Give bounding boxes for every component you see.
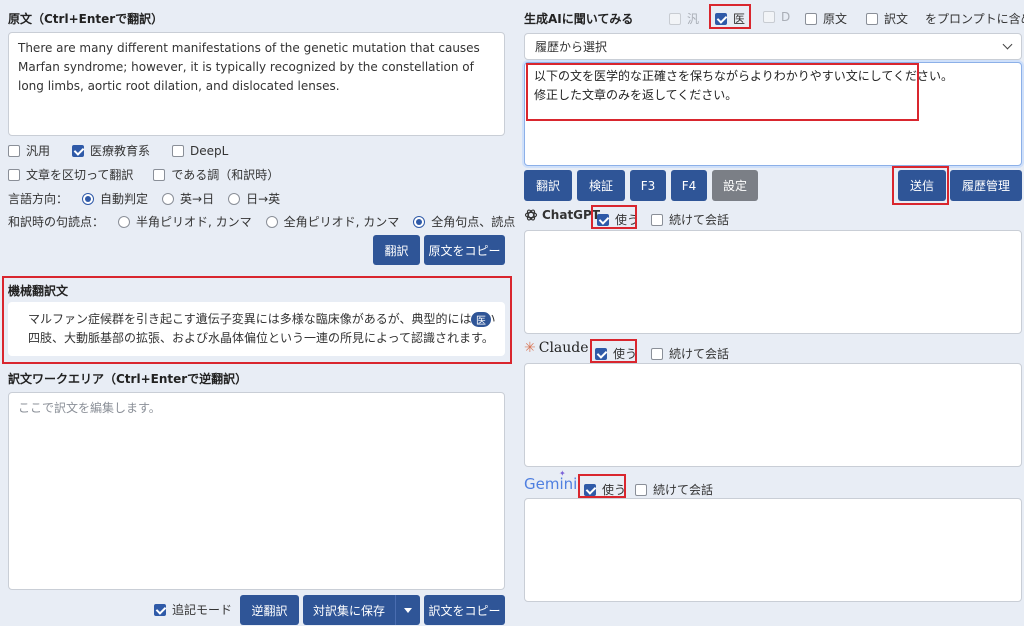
radio[interactable] — [118, 215, 131, 228]
prompt-flag-general[interactable]: 汎 — [669, 10, 699, 27]
checkbox[interactable] — [154, 603, 166, 616]
dearu-style-option[interactable]: である調（和訳時） — [153, 166, 279, 183]
settings-button[interactable]: 設定 — [712, 170, 758, 201]
direction-auto[interactable]: 自動判定 — [82, 190, 148, 207]
copy-target-button[interactable]: 訳文をコピー — [424, 595, 505, 625]
medical-badge: 医 — [471, 312, 491, 327]
radio[interactable] — [162, 192, 175, 205]
gemini-response[interactable] — [524, 498, 1022, 602]
direction-label: 言語方向： — [8, 192, 69, 206]
checkbox[interactable] — [866, 12, 878, 25]
chatgpt-header: ChatGPT — [524, 208, 600, 222]
radio[interactable] — [265, 215, 278, 228]
f3-button[interactable]: F3 — [630, 170, 666, 201]
radio[interactable] — [413, 215, 426, 228]
mt-text-line-2: 四肢、大動脈基部の拡張、および水晶体偏位という一連の所見によって認識されます。 — [28, 331, 494, 345]
split-sentences-option[interactable]: 文章を区切って翻訳 — [8, 166, 133, 183]
chevron-down-icon — [1002, 39, 1013, 50]
claude-name: Claude — [538, 340, 589, 356]
chatgpt-name: ChatGPT — [542, 208, 601, 222]
engine-option-deepl[interactable]: DeepL — [172, 142, 228, 159]
work-title: 訳文ワークエリア（Ctrl+Enterで逆翻訳） — [8, 372, 248, 386]
prompt-line-2: 修正した文章のみを返してください。 — [534, 88, 738, 102]
send-button[interactable]: 送信 — [898, 170, 946, 201]
copy-source-button[interactable]: 原文をコピー — [424, 235, 505, 265]
chatgpt-use-option[interactable]: 使う — [597, 211, 639, 228]
checkbox[interactable] — [651, 213, 663, 226]
punct-fullwidth[interactable]: 全角ピリオド, カンマ — [265, 213, 399, 230]
work-placeholder: ここで訳文を編集します。 — [18, 401, 161, 415]
radio[interactable] — [82, 192, 95, 205]
source-text: There are many different manifestations … — [18, 41, 480, 93]
checkbox[interactable] — [669, 12, 681, 25]
include-in-prompt-label: をプロンプトに含める — [925, 12, 1024, 26]
claude-header: ✳ Claude — [524, 340, 589, 356]
history-select[interactable]: 履歴から選択 — [524, 33, 1022, 60]
save-dropdown-toggle[interactable] — [395, 595, 420, 625]
checkbox[interactable] — [584, 483, 596, 496]
checkbox[interactable] — [72, 144, 85, 157]
checkbox[interactable] — [172, 144, 185, 157]
source-title: 原文（Ctrl+Enterで翻訳） — [8, 12, 164, 26]
append-mode-option[interactable]: 追記モード — [154, 601, 232, 618]
engine-option-medical[interactable]: 医療教育系 — [72, 142, 150, 159]
direction-row: 言語方向： 自動判定 英→日 日→英 — [8, 190, 280, 207]
punct-kuten[interactable]: 全角句点、読点 — [413, 213, 515, 230]
engine-option-general[interactable]: 汎用 — [8, 142, 50, 159]
chatgpt-response[interactable] — [524, 230, 1022, 334]
prompt-flag-source[interactable]: 原文 — [805, 10, 847, 27]
history-manage-button[interactable]: 履歴管理 — [950, 170, 1022, 201]
mt-text-line-1: マルファン症候群を引き起こす遺伝子変異には多様な臨床像があるが、典型的には長い — [28, 312, 496, 326]
gemini-header: Gemini — [524, 475, 578, 495]
gemini-name: Gemini — [524, 475, 578, 493]
verify-button[interactable]: 検証 — [577, 170, 625, 201]
direction-ja-en[interactable]: 日→英 — [228, 190, 280, 207]
gemini-use-option[interactable]: 使う — [584, 481, 626, 498]
engine-options: 汎用 医療教育系 DeepL — [8, 142, 228, 159]
work-textarea[interactable]: ここで訳文を編集します。 — [8, 392, 505, 590]
punct-label: 和訳時の句読点： — [8, 215, 105, 229]
chatgpt-icon — [524, 209, 538, 221]
format-options: 文章を区切って翻訳 である調（和訳時） — [8, 166, 279, 183]
radio[interactable] — [228, 192, 241, 205]
checkbox[interactable] — [8, 144, 20, 157]
f4-button[interactable]: F4 — [671, 170, 707, 201]
mt-output: マルファン症候群を引き起こす遺伝子変異には多様な臨床像があるが、典型的には長い … — [8, 302, 505, 356]
prompt-flag-medical[interactable]: 医 — [715, 10, 745, 27]
checkbox[interactable] — [153, 168, 166, 181]
checkbox[interactable] — [715, 12, 727, 25]
prompt-textarea[interactable]: 以下の文を医学的な正確さを保ちながらよりわかりやすい文にしてください。 修正した… — [524, 62, 1022, 166]
checkbox[interactable] — [805, 12, 817, 25]
claude-star-icon: ✳ — [524, 340, 536, 356]
prompt-flag-target[interactable]: 訳文 — [866, 10, 908, 27]
checkbox[interactable] — [763, 11, 775, 23]
checkbox[interactable] — [651, 347, 663, 360]
gemini-continue-option[interactable]: 続けて会話 — [635, 481, 713, 498]
checkbox[interactable] — [597, 213, 609, 226]
back-translate-button[interactable]: 逆翻訳 — [240, 595, 299, 625]
source-textarea[interactable]: There are many different manifestations … — [8, 32, 505, 136]
claude-use-option[interactable]: 使う — [595, 345, 637, 362]
translate-button[interactable]: 翻訳 — [373, 235, 420, 265]
direction-en-ja[interactable]: 英→日 — [162, 190, 214, 207]
chatgpt-continue-option[interactable]: 続けて会話 — [651, 211, 729, 228]
checkbox[interactable] — [595, 347, 607, 360]
ai-title: 生成AIに聞いてみる — [524, 12, 634, 26]
punct-halfwidth[interactable]: 半角ピリオド, カンマ — [118, 213, 252, 230]
claude-response[interactable] — [524, 363, 1022, 467]
prompt-flag-deepl[interactable]: D — [763, 10, 790, 24]
prompt-line-1: 以下の文を医学的な正確さを保ちながらよりわかりやすい文にしてください。 — [534, 69, 954, 83]
gemini-sparkle-icon: ✦ — [559, 469, 566, 478]
checkbox[interactable] — [8, 168, 20, 181]
checkbox[interactable] — [635, 483, 647, 496]
ai-translate-button[interactable]: 翻訳 — [524, 170, 572, 201]
claude-continue-option[interactable]: 続けて会話 — [651, 345, 729, 362]
caret-down-icon — [404, 607, 412, 613]
mt-title: 機械翻訳文 — [8, 284, 69, 298]
punct-row: 和訳時の句読点： 半角ピリオド, カンマ 全角ピリオド, カンマ 全角句点、読点 — [8, 213, 515, 230]
save-to-glossary-button[interactable]: 対訳集に保存 — [303, 595, 395, 625]
